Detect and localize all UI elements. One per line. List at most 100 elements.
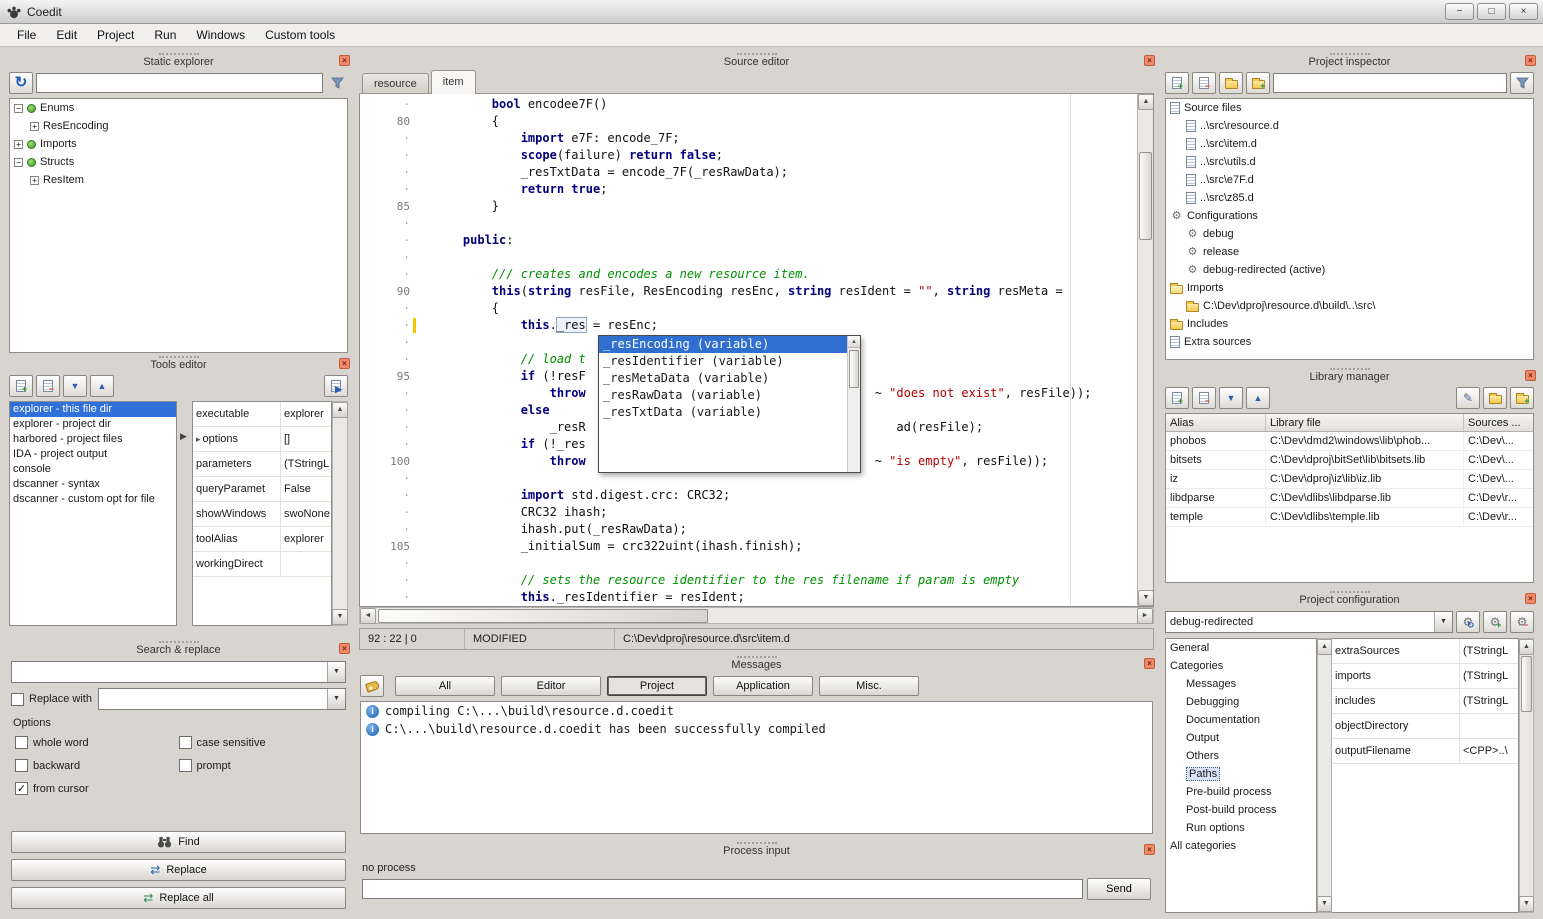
checkbox-whole-word[interactable]: whole word: [15, 736, 179, 749]
property-row[interactable]: workingDirect: [193, 552, 331, 577]
code-line[interactable]: · // sets the resource identifier to the…: [360, 572, 1153, 589]
sync-configuration-button[interactable]: ⚙↻: [1456, 611, 1480, 633]
code-line[interactable]: 80 {: [360, 113, 1153, 130]
code-line[interactable]: · scope(failure) return false;: [360, 147, 1153, 164]
scrollbar-thumb[interactable]: [849, 350, 859, 388]
editor-horizontal-scrollbar[interactable]: ◄ ►: [359, 607, 1154, 624]
replace-with-checkbox[interactable]: Replace with: [11, 693, 92, 706]
panel-close-button[interactable]: ×: [339, 643, 350, 654]
register-library-button[interactable]: +: [1510, 387, 1534, 409]
panel-drag-grip[interactable]: [737, 656, 777, 658]
tree-item[interactable]: C:\Dev\dproj\resource.d\build\..\src\: [1166, 297, 1533, 315]
tree-item[interactable]: ⚙debug: [1166, 225, 1533, 243]
tree-item[interactable]: Paths: [1166, 765, 1316, 783]
tree-item[interactable]: ⚙debug-redirected (active): [1166, 261, 1533, 279]
list-item[interactable]: explorer - this file dir: [10, 402, 176, 417]
list-item[interactable]: harbored - project files: [10, 432, 176, 447]
tree-item[interactable]: General: [1166, 639, 1316, 657]
configuration-combo[interactable]: debug-redirected ▼: [1165, 611, 1453, 633]
panel-close-button[interactable]: ×: [339, 55, 350, 66]
panel-drag-grip[interactable]: [159, 641, 199, 643]
property-row[interactable]: outputFilename<CPP>..\: [1332, 739, 1518, 764]
edit-library-button[interactable]: ✎: [1456, 387, 1480, 409]
dropdown-button[interactable]: ▼: [327, 662, 345, 682]
property-value[interactable]: swoNone: [281, 508, 331, 520]
expander-icon[interactable]: +: [30, 176, 39, 185]
code-line[interactable]: · import std.digest.crc: CRC32;: [360, 487, 1153, 504]
open-folder-button[interactable]: [1219, 72, 1243, 94]
menu-project[interactable]: Project: [88, 25, 143, 45]
tree-item[interactable]: ..\src\e7F.d: [1166, 171, 1533, 189]
panel-drag-grip[interactable]: [737, 842, 777, 844]
panel-drag-grip[interactable]: [159, 53, 199, 55]
tab-item[interactable]: item: [431, 70, 476, 94]
tree-item[interactable]: ..\src\resource.d: [1166, 117, 1533, 135]
property-row[interactable]: includes(TStringL: [1332, 689, 1518, 714]
property-value[interactable]: explorer: [281, 408, 331, 420]
tree-item[interactable]: Includes: [1166, 315, 1533, 333]
scroll-left-icon[interactable]: ◄: [360, 608, 376, 624]
property-row[interactable]: extraSources(TStringL: [1332, 639, 1518, 664]
menu-run[interactable]: Run: [145, 25, 185, 45]
menu-edit[interactable]: Edit: [47, 25, 86, 45]
code-line[interactable]: · ihash.put(_resRawData);: [360, 521, 1153, 538]
tree-item[interactable]: ..\src\utils.d: [1166, 153, 1533, 171]
delete-configuration-button[interactable]: ⚙−: [1510, 611, 1534, 633]
run-tool-button[interactable]: ▶: [324, 375, 348, 397]
property-row[interactable]: queryParametFalse: [193, 477, 331, 502]
filter-application[interactable]: Application: [713, 676, 813, 696]
replace-button[interactable]: ⇄ Replace: [11, 859, 346, 881]
property-row[interactable]: parameters(TStringL: [193, 452, 331, 477]
process-input-field[interactable]: [362, 879, 1083, 899]
property-value[interactable]: (TStringL: [281, 458, 331, 470]
close-button[interactable]: ×: [1509, 3, 1538, 20]
add-folder-button[interactable]: +: [1246, 72, 1270, 94]
send-button[interactable]: Send: [1087, 878, 1151, 900]
scroll-up-icon[interactable]: ▲: [1138, 94, 1154, 110]
checkbox-from-cursor[interactable]: ✓from cursor: [15, 782, 179, 795]
menu-custom-tools[interactable]: Custom tools: [256, 25, 344, 45]
completion-item[interactable]: _resTxtData (variable): [599, 404, 847, 421]
scrollbar-thumb[interactable]: [1139, 152, 1152, 240]
table-row[interactable]: phobosC:\Dev\dmd2\windows\lib\phob...C:\…: [1166, 432, 1533, 451]
tree-item[interactable]: +Imports: [10, 135, 347, 153]
code-line[interactable]: · import e7F: encode_7F;: [360, 130, 1153, 147]
panel-close-button[interactable]: ×: [1144, 658, 1155, 669]
property-row[interactable]: showWindowsswoNone: [193, 502, 331, 527]
scroll-down-icon[interactable]: ▼: [1317, 896, 1332, 912]
replace-all-button[interactable]: ⇄ Replace all: [11, 887, 346, 909]
scroll-down-icon[interactable]: ▼: [1138, 590, 1154, 606]
replace-combo[interactable]: ▼: [98, 688, 346, 710]
tree-item[interactable]: ⚙Configurations: [1166, 207, 1533, 225]
tree-item[interactable]: +ResEncoding: [10, 117, 347, 135]
table-row[interactable]: bitsetsC:\Dev\dproj\bitSet\lib\bitsets.l…: [1166, 451, 1533, 470]
menu-file[interactable]: File: [8, 25, 45, 45]
expander-icon[interactable]: +: [14, 140, 23, 149]
tab-resource[interactable]: resource: [362, 73, 429, 93]
tree-item[interactable]: Post-build process: [1166, 801, 1316, 819]
code-line[interactable]: 90 this(string resFile, ResEncoding resE…: [360, 283, 1153, 300]
category-tree-scrollbar[interactable]: ▲ ▼: [1317, 638, 1332, 913]
code-line[interactable]: · public:: [360, 232, 1153, 249]
code-line[interactable]: ·: [360, 249, 1153, 266]
property-row[interactable]: imports(TStringL: [1332, 664, 1518, 689]
tree-item[interactable]: ⚙release: [1166, 243, 1533, 261]
list-item[interactable]: dscanner - custom opt for file: [10, 492, 176, 507]
add-configuration-button[interactable]: ⚙+: [1483, 611, 1507, 633]
panel-drag-grip[interactable]: [159, 356, 199, 358]
scroll-up-icon[interactable]: ▲: [332, 402, 348, 418]
panel-close-button[interactable]: ×: [1525, 55, 1536, 66]
code-line[interactable]: 85 }: [360, 198, 1153, 215]
completion-scrollbar[interactable]: ▲: [847, 336, 860, 472]
remove-tool-button[interactable]: −: [36, 375, 60, 397]
completion-item[interactable]: _resEncoding (variable): [599, 336, 847, 353]
property-row[interactable]: executableexplorer: [193, 402, 331, 427]
tree-item[interactable]: Documentation: [1166, 711, 1316, 729]
filter-all[interactable]: All: [395, 676, 495, 696]
scroll-down-icon[interactable]: ▼: [332, 609, 348, 625]
move-tool-down-button[interactable]: ▼: [63, 375, 87, 397]
filter-symbols-button[interactable]: [326, 72, 348, 94]
tree-item[interactable]: Extra sources: [1166, 333, 1533, 351]
menu-windows[interactable]: Windows: [187, 25, 254, 45]
tree-item[interactable]: Source files: [1166, 99, 1533, 117]
